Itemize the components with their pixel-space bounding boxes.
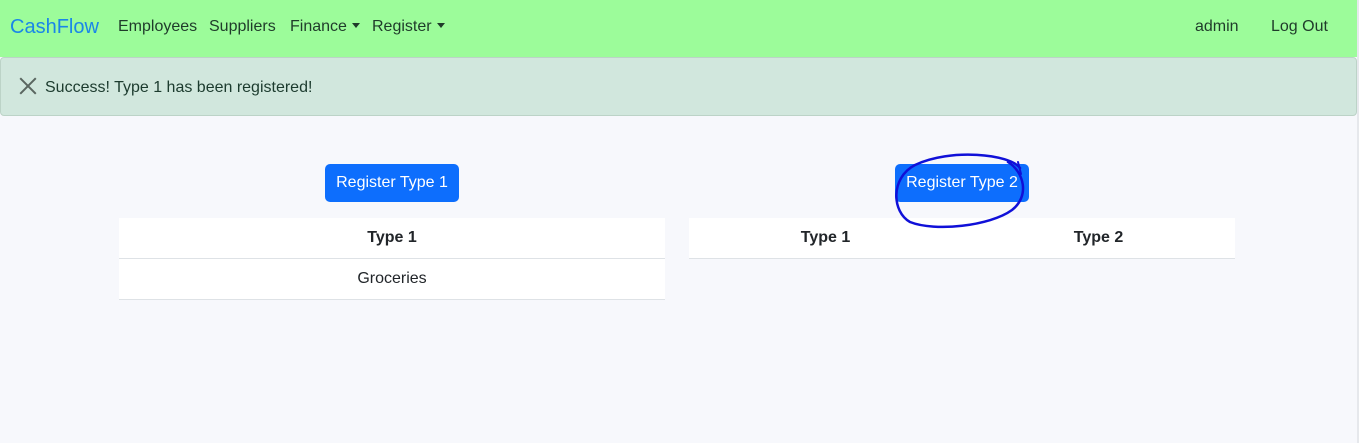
chevron-down-icon [351,23,360,28]
column-header-type2: Type 2 [1073,229,1124,246]
nav-finance-label: Finance [290,18,347,35]
table-cell: Groceries [357,270,427,287]
type2-table: Type 1 Type 2 [689,218,1235,259]
register-type2-button[interactable]: Register Type 2 [895,164,1029,202]
nav-employees[interactable]: Employees [118,18,197,36]
table-row: Groceries [119,259,665,300]
nav-register-label: Register [372,18,432,35]
nav-finance-dropdown[interactable]: Finance [290,18,360,36]
chevron-down-icon [436,23,445,28]
brand-link[interactable]: CashFlow [10,16,99,39]
table-header-row: Type 1 Type 2 [689,218,1235,259]
success-alert: Success! Type 1 has been registered! [0,57,1357,116]
user-name[interactable]: admin [1195,18,1239,36]
nav-suppliers[interactable]: Suppliers [209,18,276,36]
table-header-row: Type 1 [119,218,665,259]
column-header-type1: Type 1 [367,229,417,246]
top-navbar: CashFlow Employees Suppliers Finance Reg… [0,0,1357,57]
alert-message: Success! Type 1 has been registered! [45,79,313,96]
close-icon[interactable] [18,76,38,96]
column-header-type1: Type 1 [800,229,851,246]
register-type1-button[interactable]: Register Type 1 [325,164,459,202]
nav-register-dropdown[interactable]: Register [372,18,445,36]
type1-table: Type 1 Groceries [119,218,665,300]
logout-link[interactable]: Log Out [1271,18,1328,36]
